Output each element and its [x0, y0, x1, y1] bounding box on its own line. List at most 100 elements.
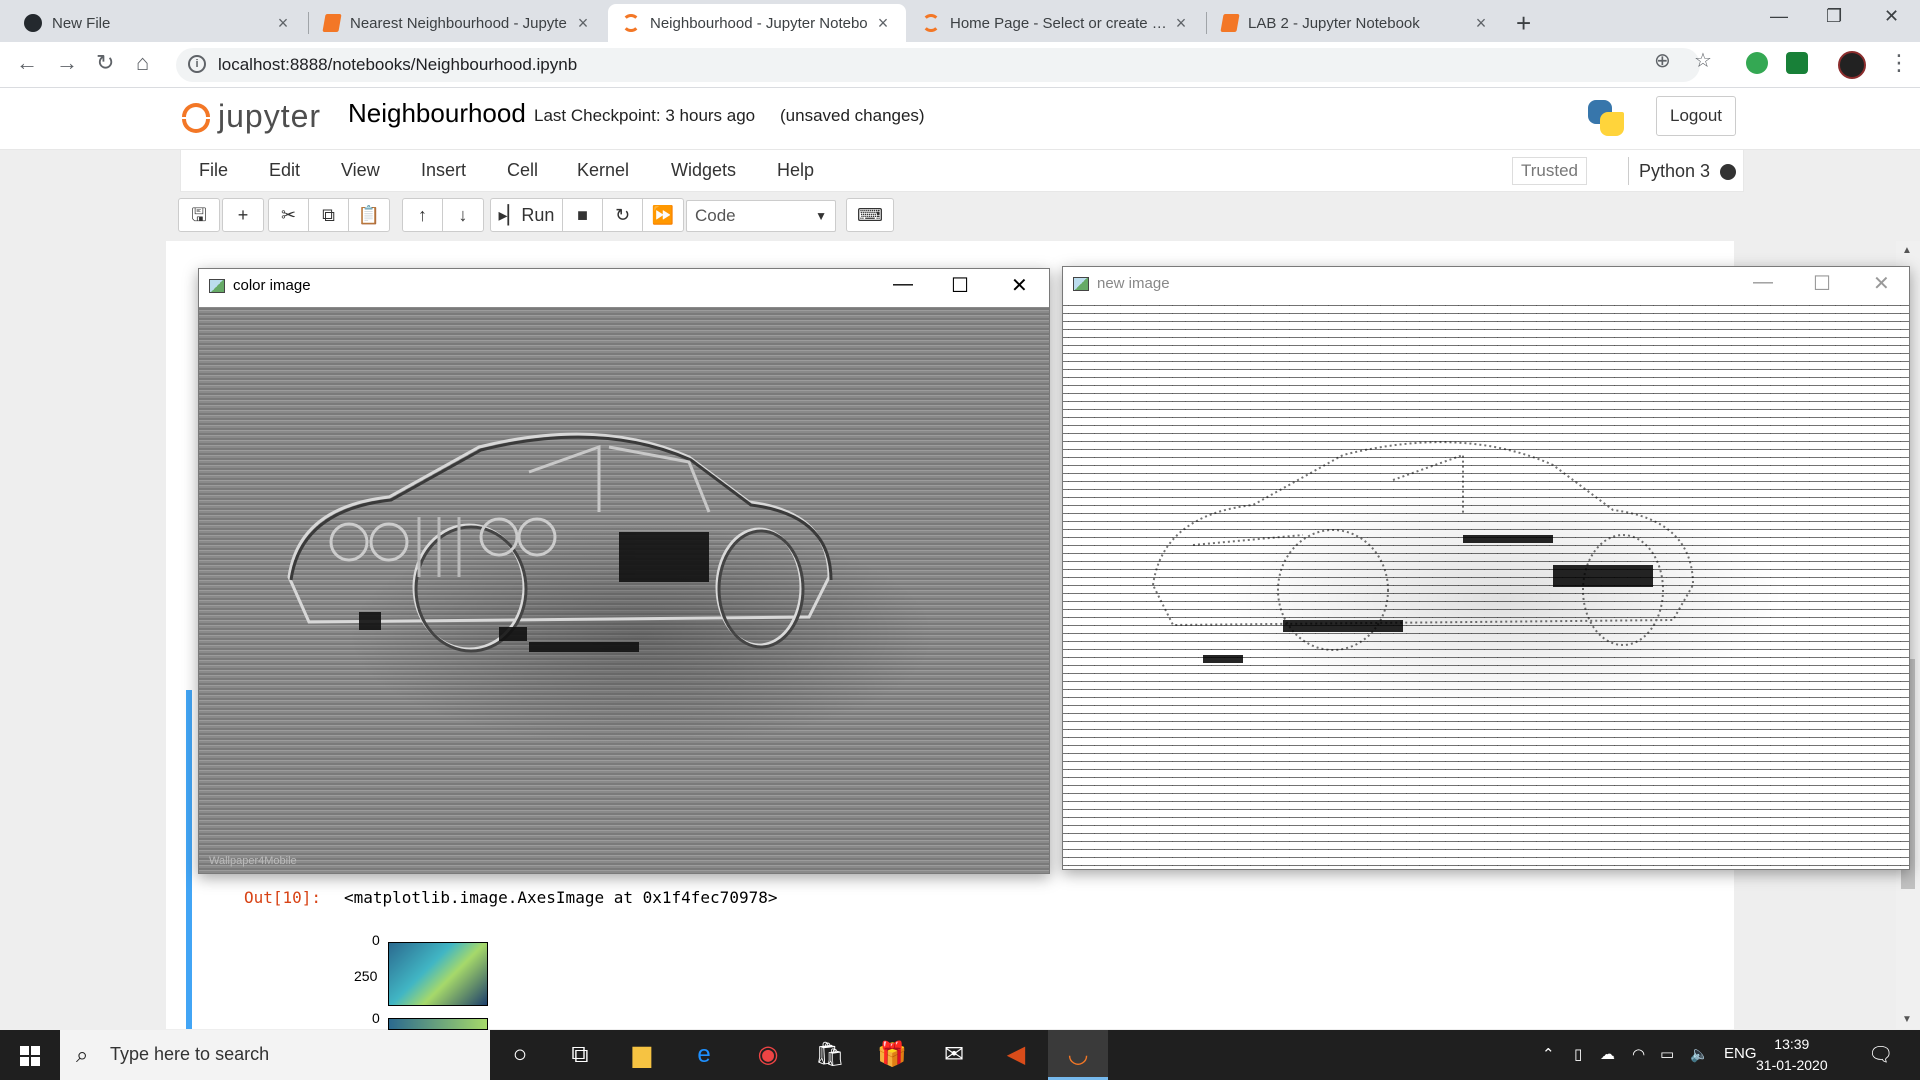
close-icon[interactable]: ×	[874, 13, 892, 34]
tab-neighbourhood[interactable]: Neighbourhood - Jupyter Notebo ×	[608, 4, 906, 42]
close-icon[interactable]: ×	[274, 13, 292, 34]
image-watermark: Wallpaper4Mobile	[209, 855, 297, 867]
new-image-window[interactable]: new image — ☐ ✕	[1062, 266, 1910, 870]
scroll-up-icon[interactable]: ▲	[1902, 245, 1912, 256]
logout-button[interactable]: Logout	[1656, 96, 1736, 136]
cortana-icon[interactable]: ○	[490, 1030, 550, 1080]
chrome-icon[interactable]: ◉	[738, 1030, 798, 1080]
close-window-icon[interactable]: ✕	[1884, 6, 1899, 27]
window-titlebar[interactable]: new image — ☐ ✕	[1063, 267, 1909, 303]
edge-icon[interactable]: e	[674, 1030, 734, 1080]
cut-icon[interactable]: ✂	[269, 199, 309, 231]
input-language[interactable]: ENG	[1724, 1045, 1757, 1062]
maximize-icon[interactable]: ☐	[1813, 271, 1831, 296]
menu-kebab-icon[interactable]: ⋮	[1888, 50, 1910, 76]
zoom-icon[interactable]: ⊕	[1654, 48, 1671, 73]
plot-image-thumbnail	[388, 1018, 488, 1030]
volume-icon[interactable]: 🔈	[1690, 1045, 1709, 1063]
minimize-icon[interactable]: —	[1753, 271, 1773, 294]
output-text: <matplotlib.image.AxesImage at 0x1f4fec7…	[344, 888, 778, 907]
minimize-icon[interactable]: —	[893, 273, 913, 296]
menu-cell[interactable]: Cell	[507, 160, 538, 181]
window-titlebar[interactable]: color image — ☐ ✕	[199, 269, 1049, 305]
gift-icon[interactable]: 🎁	[862, 1030, 922, 1080]
close-icon[interactable]: ×	[1472, 13, 1490, 34]
url-text[interactable]: localhost:8888/notebooks/Neighbourhood.i…	[218, 55, 577, 75]
taskbar-search[interactable]: ⌕ Type here to search	[60, 1030, 490, 1080]
home-icon[interactable]: ⌂	[136, 50, 149, 76]
copy-icon[interactable]: ⧉	[309, 199, 349, 231]
notebook-name[interactable]: Neighbourhood	[348, 98, 526, 129]
edit-group: ✂ ⧉ 📋	[268, 198, 390, 232]
notebook-icon	[1220, 14, 1240, 32]
fast-forward-icon[interactable]: ⏩	[643, 199, 683, 231]
address-bar[interactable]: i localhost:8888/notebooks/Neighbourhood…	[176, 48, 1700, 82]
onedrive-icon[interactable]: ☁	[1600, 1045, 1615, 1063]
move-up-icon[interactable]: ↑	[403, 199, 443, 231]
tab-lab-2[interactable]: LAB 2 - Jupyter Notebook ×	[1208, 4, 1504, 42]
close-icon[interactable]: ×	[1172, 13, 1190, 34]
menu-help[interactable]: Help	[777, 160, 814, 181]
keyboard-icon[interactable]: ⌨	[847, 199, 893, 231]
scroll-down-icon[interactable]: ▼	[1902, 1014, 1912, 1025]
minimize-icon[interactable]: —	[1770, 6, 1788, 27]
back-icon[interactable]: ←	[16, 50, 38, 76]
task-view-icon[interactable]: ⧉	[550, 1030, 610, 1080]
jupyter-icon	[622, 14, 640, 32]
mail-icon[interactable]: ✉	[924, 1030, 984, 1080]
search-icon: ⌕	[76, 1042, 89, 1067]
save-icon[interactable]: 🖫	[179, 199, 219, 231]
menu-widgets[interactable]: Widgets	[671, 160, 736, 181]
checkpoint-status: Last Checkpoint: 3 hours ago	[534, 106, 756, 125]
jupyter-taskbar-icon[interactable]: ◡	[1048, 1030, 1108, 1080]
close-icon[interactable]: ×	[574, 13, 592, 34]
close-icon[interactable]: ✕	[1011, 273, 1028, 298]
tab-nearest-neighbourhood[interactable]: Nearest Neighbourhood - Jupyte ×	[310, 4, 606, 42]
jupyter-logo[interactable]: jupyter	[180, 98, 321, 135]
window-title: new image	[1097, 275, 1170, 292]
notebook-icon	[322, 14, 342, 32]
menu-edit[interactable]: Edit	[269, 160, 300, 181]
image-window-icon	[1073, 277, 1089, 291]
stop-icon[interactable]: ■	[563, 199, 603, 231]
bookmark-star-icon[interactable]: ☆	[1694, 48, 1712, 73]
browser-toolbar: ← → ↻ ⌂ i localhost:8888/notebooks/Neigh…	[0, 42, 1920, 88]
battery-icon[interactable]: ▭	[1660, 1045, 1674, 1063]
usb-icon[interactable]: ▯	[1574, 1045, 1582, 1063]
new-tab-button[interactable]: +	[1516, 8, 1531, 39]
close-icon[interactable]: ✕	[1873, 271, 1890, 296]
clock[interactable]: 13:39 31-01-2020	[1756, 1034, 1828, 1076]
paste-icon[interactable]: 📋	[349, 199, 389, 231]
reload-icon[interactable]: ↻	[96, 50, 114, 76]
trusted-indicator[interactable]: Trusted	[1512, 157, 1588, 185]
notifications-icon[interactable]: 🗨	[1868, 1042, 1893, 1067]
tab-new-file[interactable]: New File ×	[10, 4, 306, 42]
menu-kernel[interactable]: Kernel	[577, 160, 629, 181]
windows-taskbar: ⌕ Type here to search ○ ⧉ ▆ e ◉ 🛍 🎁 ✉ ◀ …	[0, 1030, 1920, 1080]
show-hidden-icons[interactable]: ⌃	[1542, 1045, 1555, 1063]
restore-icon[interactable]: ❐	[1826, 6, 1842, 27]
menu-view[interactable]: View	[341, 160, 380, 181]
run-button[interactable]: ▸▏Run	[491, 199, 563, 231]
autosave-status: (unsaved changes)	[780, 106, 925, 125]
forward-icon[interactable]: →	[56, 50, 78, 76]
color-image-window[interactable]: color image — ☐ ✕ Wallpaper4Mobile	[198, 268, 1050, 874]
start-button[interactable]	[0, 1030, 60, 1080]
menu-insert[interactable]: Insert	[421, 160, 466, 181]
store-icon[interactable]: 🛍	[800, 1030, 860, 1080]
media-player-icon[interactable]: ◀	[986, 1030, 1046, 1080]
wifi-icon[interactable]: ◠	[1632, 1045, 1645, 1063]
color-image-canvas: Wallpaper4Mobile	[199, 307, 1049, 873]
tab-home-page[interactable]: Home Page - Select or create a n ×	[908, 4, 1204, 42]
maximize-icon[interactable]: ☐	[951, 273, 969, 298]
extension-icon[interactable]	[1746, 52, 1768, 74]
menu-file[interactable]: File	[199, 160, 228, 181]
avatar[interactable]	[1838, 51, 1866, 79]
file-explorer-icon[interactable]: ▆	[612, 1030, 672, 1080]
move-down-icon[interactable]: ↓	[443, 199, 483, 231]
cell-type-select[interactable]: Code ▼	[686, 200, 836, 232]
restart-icon[interactable]: ↻	[603, 199, 643, 231]
site-info-icon[interactable]: i	[188, 55, 206, 73]
add-cell-icon[interactable]: +	[223, 199, 263, 231]
sheets-extension-icon[interactable]	[1786, 52, 1808, 74]
